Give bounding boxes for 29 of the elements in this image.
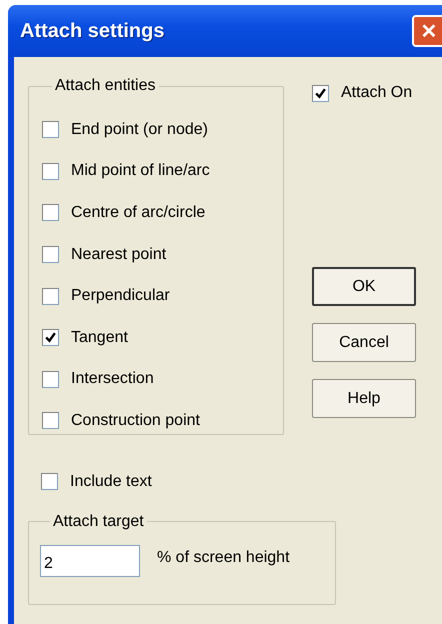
checkbox[interactable] [42,329,59,346]
checkbox[interactable] [42,204,59,222]
checkbox[interactable] [42,121,59,138]
checkbox[interactable] [42,162,59,180]
close-button[interactable]: ✕ [412,15,442,47]
checkbox-label: Centre of arc/circle [71,204,206,222]
input-field[interactable]: 2 [40,544,140,577]
checkbox[interactable] [42,370,59,388]
checkbox[interactable] [42,412,59,430]
unit-label: % of screen height [157,548,290,567]
dialog-button[interactable]: Help [312,379,416,418]
checkbox[interactable] [42,288,59,305]
checkbox-label: Intersection [71,370,154,388]
dialog-button[interactable]: OK [312,267,416,306]
checkbox-label: Include text [70,472,152,491]
group-title: Attach entities [54,77,156,95]
dialog-button[interactable]: Cancel [312,323,416,362]
checkbox-label: End point (or node) [71,120,208,139]
checkbox[interactable] [312,84,329,102]
checkbox-label: Mid point of line/arc [71,162,210,180]
window-title: Attach settings [20,20,164,42]
checkbox[interactable] [41,473,58,490]
checkbox-label: Construction point [71,412,200,430]
checkbox-label: Tangent [71,328,128,347]
checkbox-label: Attach On [341,84,412,102]
group-title: Attach target [52,512,145,531]
checkbox-label: Perpendicular [71,287,170,306]
checkbox[interactable] [42,246,59,264]
checkbox-label: Nearest point [71,246,166,264]
